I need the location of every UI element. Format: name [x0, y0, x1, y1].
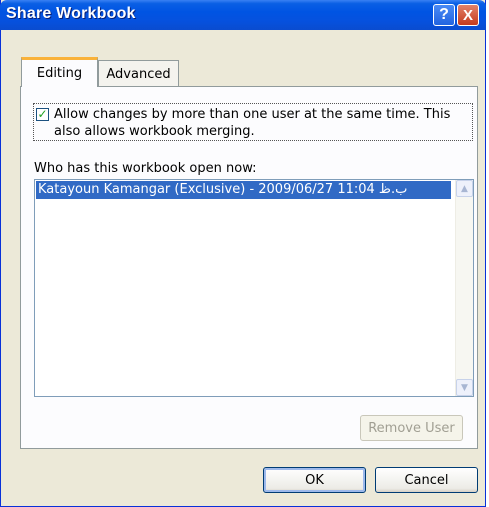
- allow-changes-label: Allow changes by more than one user at t…: [54, 107, 451, 139]
- chevron-down-icon: ▼: [461, 382, 468, 393]
- list-item[interactable]: Katayoun Kamangar (Exclusive) - 2009/06/…: [36, 181, 451, 199]
- share-workbook-dialog: Share Workbook ? X Editing Advanced ✓ Al…: [0, 0, 486, 507]
- chevron-up-icon: ▲: [461, 183, 468, 194]
- tab-advanced[interactable]: Advanced: [98, 60, 179, 87]
- tab-editing[interactable]: Editing: [21, 57, 98, 87]
- checkmark-icon: ✓: [37, 107, 48, 121]
- tab-editing-label: Editing: [36, 66, 83, 81]
- help-icon: ?: [439, 6, 449, 23]
- help-button[interactable]: ?: [433, 4, 455, 26]
- close-button[interactable]: X: [457, 4, 479, 26]
- scroll-up-button[interactable]: ▲: [456, 180, 473, 197]
- editing-panel: ✓ Allow changes by more than one user at…: [20, 86, 478, 449]
- tab-advanced-label: Advanced: [106, 66, 171, 82]
- users-listbox[interactable]: Katayoun Kamangar (Exclusive) - 2009/06/…: [34, 179, 474, 397]
- allow-changes-option[interactable]: ✓ Allow changes by more than one user at…: [33, 103, 473, 141]
- title-bar[interactable]: Share Workbook ? X: [0, 0, 486, 30]
- dialog-title: Share Workbook: [6, 5, 136, 22]
- ok-button[interactable]: OK: [263, 467, 366, 493]
- remove-user-button[interactable]: Remove User: [360, 415, 463, 441]
- close-icon: X: [462, 6, 473, 24]
- scroll-down-button[interactable]: ▼: [456, 379, 473, 396]
- vertical-scrollbar[interactable]: ▲ ▼: [455, 180, 473, 396]
- cancel-button[interactable]: Cancel: [375, 467, 478, 493]
- allow-changes-checkbox[interactable]: ✓: [36, 108, 49, 121]
- who-has-open-label: Who has this workbook open now:: [34, 161, 257, 176]
